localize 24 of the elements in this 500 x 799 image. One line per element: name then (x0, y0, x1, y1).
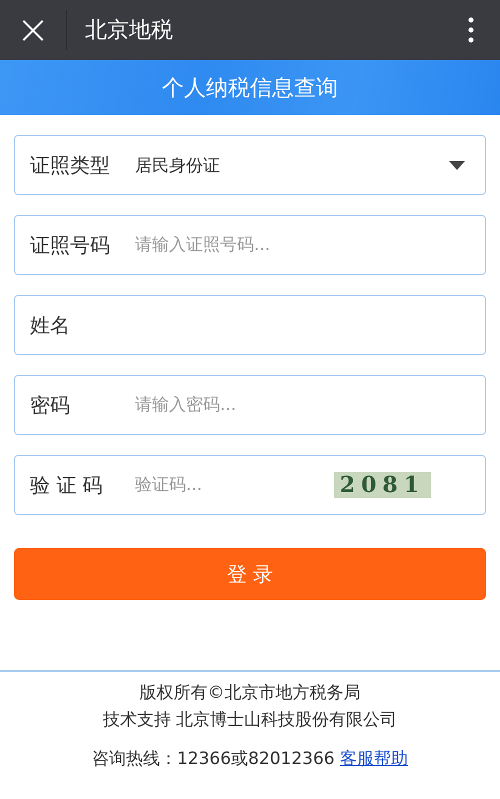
input-field[interactable]: 姓名 (14, 295, 486, 355)
hotline-text: 咨询热线：12366或82012366 (92, 749, 335, 769)
field-label: 证照类型 (29, 152, 111, 178)
input-field[interactable]: 密码 请输入密码... (14, 375, 486, 435)
page-title: 个人纳税信息查询 (162, 74, 338, 102)
more-icon[interactable] (468, 17, 474, 43)
text-input[interactable]: 请输入证照号码... (135, 235, 485, 255)
select-value: 居民身份证 (135, 154, 221, 176)
support-text: 技术支持 北京博士山科技股份有限公司 (102, 710, 398, 730)
text-input[interactable]: 验证码... (135, 475, 334, 495)
field-label: 证照号码 (29, 232, 111, 258)
close-icon[interactable]: × (0, 0, 66, 60)
field-label: 密码 (29, 392, 71, 418)
copyright-text: 版权所有©北京市地方税务局 (140, 683, 360, 703)
input-field[interactable]: 验 证 码 验证码... 2081 (14, 455, 486, 515)
text-input[interactable]: 请输入密码... (135, 395, 485, 415)
caret-icon[interactable] (449, 160, 465, 170)
input-field[interactable]: 证照号码 请输入证照号码... (14, 215, 486, 275)
help-link[interactable]: 客服帮助 (340, 749, 408, 769)
field-label: 验 证 码 (29, 472, 104, 498)
window-title: 北京地税 (85, 17, 174, 45)
captcha-image[interactable]: 2081 (334, 472, 431, 498)
field-label: 姓名 (29, 312, 71, 338)
select-field[interactable]: 证照类型 居民身份证 (14, 135, 486, 195)
